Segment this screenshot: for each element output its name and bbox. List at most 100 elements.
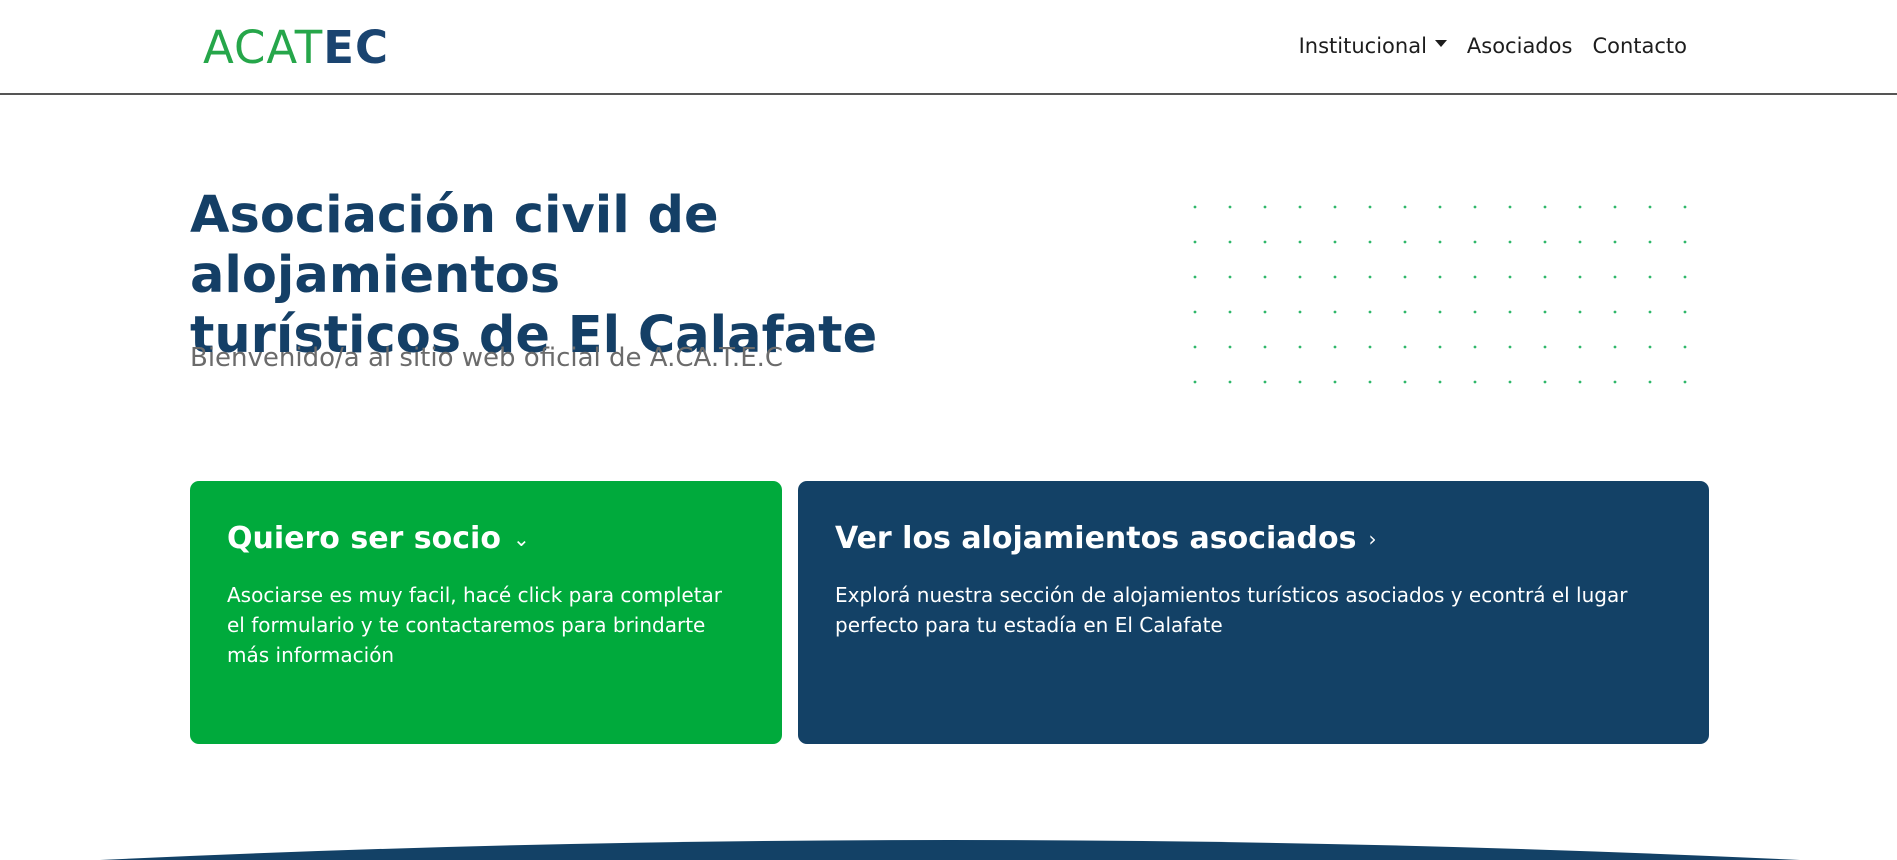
card-join-text: Asociarse es muy facil, hacé click para … [227, 583, 723, 667]
nav-asociados[interactable]: Asociados [1467, 34, 1573, 58]
decorative-dot [1473, 240, 1477, 244]
decorative-dot [1263, 275, 1267, 279]
decorative-dot [1193, 205, 1197, 209]
chevron-down-icon: ⌄ [512, 526, 530, 551]
nav-asociados-label: Asociados [1466, 34, 1573, 58]
decorative-dot [1263, 205, 1267, 209]
decorative-dot [1228, 380, 1232, 384]
decorative-dot [1368, 345, 1372, 349]
decorative-dot [1193, 275, 1197, 279]
decorative-dot [1298, 345, 1302, 349]
card-view-associates[interactable]: Ver los alojamientos asociados › Explorá… [798, 481, 1709, 744]
decorative-dot [1578, 240, 1582, 244]
decorative-dot [1578, 275, 1582, 279]
card-join-title: Quiero ser socio ⌄ [227, 521, 745, 556]
decorative-dot [1438, 310, 1442, 314]
decorative-dot [1438, 205, 1442, 209]
card-join-title-text: Quiero ser socio [227, 521, 501, 556]
decorative-dot [1648, 380, 1652, 384]
decorative-dot [1333, 310, 1337, 314]
decorative-dot [1403, 310, 1407, 314]
decorative-dot [1648, 345, 1652, 349]
decorative-dot [1543, 380, 1547, 384]
decorative-dot [1613, 275, 1617, 279]
decorative-dot [1263, 380, 1267, 384]
decorative-dot [1368, 380, 1372, 384]
decorative-dot [1368, 310, 1372, 314]
decorative-dot [1228, 240, 1232, 244]
decorative-dot [1543, 205, 1547, 209]
decorative-dot [1263, 345, 1267, 349]
decorative-dot [1193, 240, 1197, 244]
decorative-dot [1578, 345, 1582, 349]
decorative-dot [1543, 310, 1547, 314]
footer-wave-decoration [100, 840, 1800, 860]
decorative-dot [1263, 240, 1267, 244]
decorative-dot [1578, 205, 1582, 209]
decorative-dot [1613, 380, 1617, 384]
decorative-dot [1228, 205, 1232, 209]
decorative-dot [1613, 310, 1617, 314]
decorative-dot [1333, 380, 1337, 384]
nav-institucional-label: Institucional [1298, 34, 1427, 58]
page-title: Asociación civil de alojamientos turísti… [190, 186, 1090, 366]
chevron-right-icon: › [1368, 526, 1377, 551]
logo[interactable]: ACATEC [203, 22, 389, 74]
decorative-dot [1333, 345, 1337, 349]
decorative-dot [1508, 310, 1512, 314]
decorative-dot [1368, 275, 1372, 279]
decorative-dot [1403, 205, 1407, 209]
decorative-dot [1648, 310, 1652, 314]
nav-institucional-dropdown[interactable]: Institucional [1299, 34, 1447, 58]
decorative-dot [1193, 345, 1197, 349]
decorative-dot [1508, 205, 1512, 209]
decorative-dot [1228, 310, 1232, 314]
decorative-dot [1298, 310, 1302, 314]
decorative-dot [1403, 240, 1407, 244]
logo-part-acat: ACAT [203, 21, 324, 74]
decorative-dot [1648, 275, 1652, 279]
decorative-dot [1228, 345, 1232, 349]
decorative-dot [1613, 345, 1617, 349]
decorative-dot [1333, 275, 1337, 279]
nav-contacto[interactable]: Contacto [1592, 34, 1687, 58]
decorative-dot [1193, 310, 1197, 314]
decorative-dot [1438, 380, 1442, 384]
decorative-dot [1508, 345, 1512, 349]
decorative-dot [1473, 205, 1477, 209]
decorative-dot [1648, 205, 1652, 209]
decorative-dot [1298, 205, 1302, 209]
decorative-dot [1473, 275, 1477, 279]
decorative-dot [1403, 345, 1407, 349]
hero-subtitle: Bienvenido/a al sitio web oficial de A.C… [190, 343, 784, 373]
page-title-line1: Asociación civil de alojamientos [190, 186, 719, 305]
decorative-dot [1403, 275, 1407, 279]
decorative-dot [1438, 275, 1442, 279]
decorative-dot [1683, 310, 1687, 314]
decorative-dot [1683, 345, 1687, 349]
decorative-dot [1298, 275, 1302, 279]
card-associates-title: Ver los alojamientos asociados › [835, 521, 1672, 556]
decorative-dot [1193, 380, 1197, 384]
decorative-dot [1298, 380, 1302, 384]
decorative-dot [1508, 240, 1512, 244]
decorative-dot [1438, 240, 1442, 244]
caret-down-icon [1434, 39, 1447, 47]
decorative-dot [1613, 205, 1617, 209]
decorative-dot [1543, 345, 1547, 349]
main-nav: Institucional Asociados Contacto [1299, 34, 1687, 58]
nav-contacto-label: Contacto [1592, 34, 1687, 58]
decorative-dot [1578, 310, 1582, 314]
decorative-dot-grid [1193, 205, 1687, 384]
decorative-dot [1438, 345, 1442, 349]
decorative-dot [1473, 310, 1477, 314]
decorative-dot [1683, 380, 1687, 384]
decorative-dot [1508, 380, 1512, 384]
card-associates-text: Explorá nuestra sección de alojamientos … [835, 583, 1628, 637]
decorative-dot [1473, 345, 1477, 349]
decorative-dot [1298, 240, 1302, 244]
decorative-dot [1368, 240, 1372, 244]
decorative-dot [1368, 205, 1372, 209]
decorative-dot [1683, 240, 1687, 244]
card-join-member[interactable]: Quiero ser socio ⌄ Asociarse es muy faci… [190, 481, 782, 744]
